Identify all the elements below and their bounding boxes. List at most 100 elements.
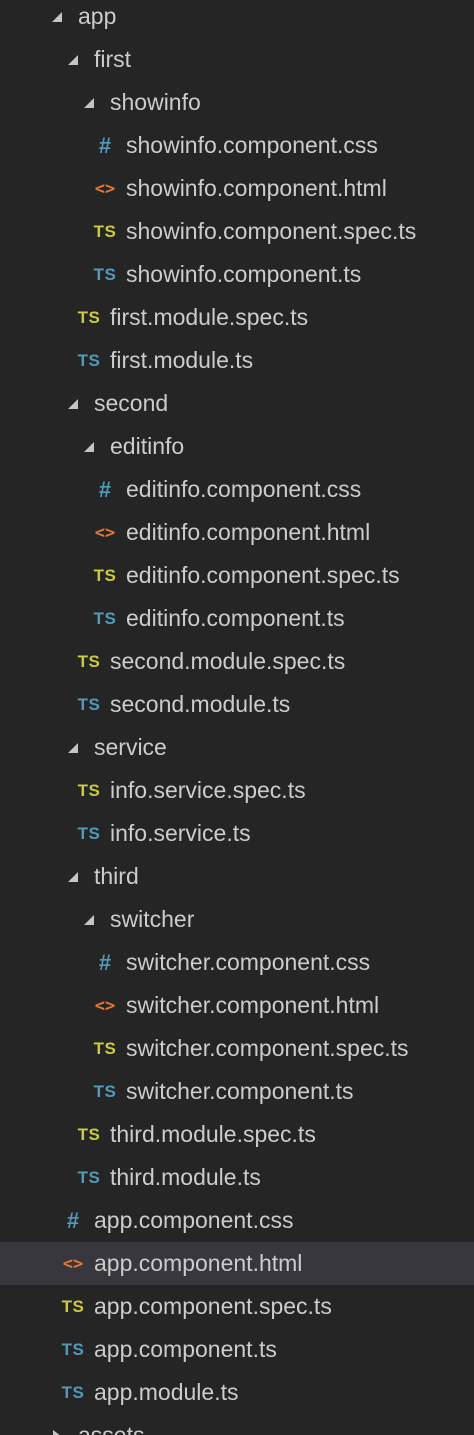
tree-item-label: second — [94, 390, 169, 416]
tree-item-label: first.module.ts — [110, 347, 254, 373]
tree-folder-row[interactable]: editinfo — [0, 425, 474, 468]
tree-file-row[interactable]: TS first.module.ts — [0, 339, 474, 382]
chevron-down-icon[interactable] — [58, 389, 88, 419]
tree-item-label: showinfo.component.html — [126, 175, 387, 201]
chevron-down-icon[interactable] — [58, 733, 88, 763]
tree-item-label: third.module.spec.ts — [110, 1121, 316, 1147]
tree-file-row[interactable]: TS third.module.spec.ts — [0, 1113, 474, 1156]
tree-item-label: first.module.spec.ts — [110, 304, 309, 330]
tree-item-label: third — [94, 863, 139, 889]
tree-item-label: editinfo.component.html — [126, 519, 371, 545]
typescript-spec-file-icon: TS — [77, 307, 101, 327]
tree-file-row[interactable]: TS app.component.ts — [0, 1328, 474, 1371]
tree-item-label: first — [94, 46, 132, 72]
typescript-file-icon: TS — [93, 1081, 117, 1101]
html-file-icon: <> — [62, 1253, 84, 1274]
css-file-icon: # — [98, 949, 112, 975]
typescript-spec-file-icon: TS — [77, 1124, 101, 1144]
tree-file-row[interactable]: TS app.module.ts — [0, 1371, 474, 1414]
tree-file-row[interactable]: TS switcher.component.ts — [0, 1070, 474, 1113]
css-file-icon: # — [98, 132, 112, 158]
tree-file-row[interactable]: TS editinfo.component.spec.ts — [0, 554, 474, 597]
typescript-spec-file-icon: TS — [93, 221, 117, 241]
tree-file-row[interactable]: TS second.module.ts — [0, 683, 474, 726]
tree-item-label: showinfo — [110, 89, 201, 115]
typescript-file-icon: TS — [61, 1382, 85, 1402]
typescript-file-icon: TS — [93, 264, 117, 284]
tree-file-row[interactable]: TS first.module.spec.ts — [0, 296, 474, 339]
tree-folder-row[interactable]: app — [0, 0, 474, 38]
tree-file-row[interactable]: TS third.module.ts — [0, 1156, 474, 1199]
chevron-down-icon[interactable] — [42, 2, 72, 32]
tree-item-label: second.module.spec.ts — [110, 648, 346, 674]
tree-item-label: app.component.spec.ts — [94, 1293, 332, 1319]
chevron-down-icon[interactable] — [74, 905, 104, 935]
file-explorer-tree: app first showinfo # showinfo.component.css <… — [0, 0, 474, 1435]
tree-file-row[interactable]: # showinfo.component.css — [0, 124, 474, 167]
html-file-icon: <> — [94, 995, 116, 1016]
tree-item-label: app.component.html — [94, 1250, 303, 1276]
typescript-spec-file-icon: TS — [77, 780, 101, 800]
chevron-down-icon[interactable] — [74, 432, 104, 462]
tree-folder-row[interactable]: third — [0, 855, 474, 898]
tree-item-label: showinfo.component.spec.ts — [126, 218, 417, 244]
tree-item-label: info.service.ts — [110, 820, 251, 846]
tree-file-row[interactable]: TS info.service.spec.ts — [0, 769, 474, 812]
tree-file-row[interactable]: TS showinfo.component.spec.ts — [0, 210, 474, 253]
chevron-down-icon[interactable] — [58, 862, 88, 892]
tree-file-row[interactable]: TS second.module.spec.ts — [0, 640, 474, 683]
tree-file-row[interactable]: # editinfo.component.css — [0, 468, 474, 511]
typescript-file-icon: TS — [77, 350, 101, 370]
tree-item-label: app.component.ts — [94, 1336, 277, 1362]
tree-item-label: switcher.component.css — [126, 949, 371, 975]
chevron-down-icon[interactable] — [58, 45, 88, 75]
tree-item-label: editinfo.component.css — [126, 476, 362, 502]
tree-file-row[interactable]: TS app.component.spec.ts — [0, 1285, 474, 1328]
tree-item-label: third.module.ts — [110, 1164, 261, 1190]
tree-item-label: switcher.component.html — [126, 992, 380, 1018]
tree-item-label: service — [94, 734, 167, 760]
css-file-icon: # — [66, 1207, 80, 1233]
tree-item-label: editinfo.component.spec.ts — [126, 562, 400, 588]
tree-file-row[interactable]: TS editinfo.component.ts — [0, 597, 474, 640]
tree-item-label: editinfo — [110, 433, 185, 459]
typescript-spec-file-icon: TS — [61, 1296, 85, 1316]
tree-file-row[interactable]: <> switcher.component.html — [0, 984, 474, 1027]
tree-item-label: switcher.component.spec.ts — [126, 1035, 409, 1061]
chevron-down-icon[interactable] — [74, 88, 104, 118]
tree-item-label: info.service.spec.ts — [110, 777, 306, 803]
chevron-right-icon[interactable] — [42, 1421, 72, 1435]
tree-item-label: editinfo.component.ts — [126, 605, 345, 631]
tree-file-row[interactable]: # app.component.css — [0, 1199, 474, 1242]
html-file-icon: <> — [94, 522, 116, 543]
typescript-spec-file-icon: TS — [77, 651, 101, 671]
tree-item-label: showinfo.component.css — [126, 132, 378, 158]
tree-file-row[interactable]: <> showinfo.component.html — [0, 167, 474, 210]
tree-file-row[interactable]: <> app.component.html — [0, 1242, 474, 1285]
typescript-file-icon: TS — [77, 1167, 101, 1187]
tree-item-label: showinfo.component.ts — [126, 261, 362, 287]
tree-item-label: app.module.ts — [94, 1379, 239, 1405]
html-file-icon: <> — [94, 178, 116, 199]
tree-file-row[interactable]: # switcher.component.css — [0, 941, 474, 984]
tree-folder-row[interactable]: showinfo — [0, 81, 474, 124]
typescript-file-icon: TS — [93, 608, 117, 628]
typescript-file-icon: TS — [77, 823, 101, 843]
tree-folder-row[interactable]: first — [0, 38, 474, 81]
tree-file-row[interactable]: TS showinfo.component.ts — [0, 253, 474, 296]
tree-folder-row[interactable]: switcher — [0, 898, 474, 941]
typescript-spec-file-icon: TS — [93, 565, 117, 585]
tree-item-label: switcher — [110, 906, 195, 932]
tree-file-row[interactable]: <> editinfo.component.html — [0, 511, 474, 554]
tree-item-label: app.component.css — [94, 1207, 294, 1233]
tree-folder-row[interactable]: second — [0, 382, 474, 425]
tree-item-label: second.module.ts — [110, 691, 291, 717]
css-file-icon: # — [98, 476, 112, 502]
typescript-file-icon: TS — [61, 1339, 85, 1359]
tree-folder-row[interactable]: service — [0, 726, 474, 769]
typescript-file-icon: TS — [77, 694, 101, 714]
tree-file-row[interactable]: TS switcher.component.spec.ts — [0, 1027, 474, 1070]
tree-folder-row[interactable]: assets — [0, 1414, 474, 1435]
tree-file-row[interactable]: TS info.service.ts — [0, 812, 474, 855]
tree-item-label: switcher.component.ts — [126, 1078, 354, 1104]
